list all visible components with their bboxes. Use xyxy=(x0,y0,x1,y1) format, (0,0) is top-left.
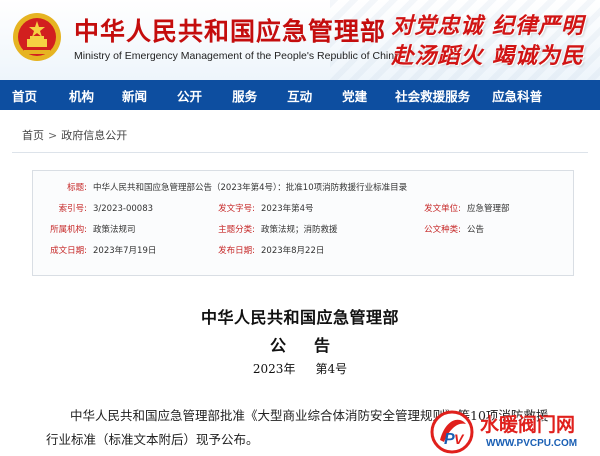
watermark-url: WWW.PVCPU.COM xyxy=(486,438,578,449)
info-row-unit: 发文单位: 应急管理部 xyxy=(407,202,510,216)
info-topic-label: 主题分类: xyxy=(218,225,255,235)
nav-item-news[interactable]: 新闻 xyxy=(122,86,147,105)
site-header: 中华人民共和国应急管理部 Ministry of Emergency Manag… xyxy=(0,0,600,80)
info-date-value: 2023年7月19日 xyxy=(93,246,157,256)
nav-item-organization[interactable]: 机构 xyxy=(69,86,94,105)
nav-item-science[interactable]: 应急科普 xyxy=(492,86,542,105)
breadcrumb-current[interactable]: 政府信息公开 xyxy=(61,129,127,142)
document-year: 2023年 xyxy=(252,362,296,376)
content-area: 首页 > 政府信息公开 标题: 中华人民共和国应急管理部公告（2023年第4号）：批准… xyxy=(0,110,600,456)
nav-item-public[interactable]: 公开 xyxy=(177,86,202,105)
info-row-docno: 发文字号: 2023年第4号 xyxy=(201,202,314,216)
national-emblem-icon[interactable] xyxy=(12,12,62,62)
document-heading: 中华人民共和国应急管理部 xyxy=(200,308,399,327)
nav-item-interaction[interactable]: 互动 xyxy=(287,86,312,105)
breadcrumb: 首页 > 政府信息公开 xyxy=(22,127,127,143)
info-row-publish: 发布日期: 2023年8月22日 xyxy=(201,244,324,258)
info-category-value: 政策法规司 xyxy=(93,225,136,235)
nav-item-party[interactable]: 党建 xyxy=(342,86,367,105)
info-docno-value: 2023年第4号 xyxy=(261,204,314,214)
info-index-label: 索引号: xyxy=(58,204,87,214)
slogan-line-2: 赴汤蹈火 竭诚为民 xyxy=(391,43,584,69)
breadcrumb-separator: > xyxy=(48,129,58,142)
info-title-label: 标题: xyxy=(67,183,87,193)
info-row-date: 成文日期: 2023年7月19日 xyxy=(33,244,156,258)
info-date-label: 成文日期: xyxy=(50,246,87,256)
info-title-value: 中华人民共和国应急管理部公告（2023年第4号）：批准10项消防救援行业标准目录 xyxy=(93,183,408,193)
info-row-title: 标题: 中华人民共和国应急管理部公告（2023年第4号）：批准10项消防救援行业标… xyxy=(33,181,407,195)
announcement-char-gao: 告 xyxy=(313,336,330,355)
info-index-value: 3/2023-00083 xyxy=(93,204,154,214)
info-row-type: 公文种类: 公告 xyxy=(407,223,484,237)
document-number: 2023年 第4号 xyxy=(0,360,600,377)
info-row-category: 所属机构: 政策法规司 xyxy=(33,223,136,237)
nav-item-rescue-service[interactable]: 社会救援服务 xyxy=(395,86,470,105)
document-issue-number: 第4号 xyxy=(315,362,348,376)
info-category-label: 所属机构: xyxy=(50,225,87,235)
info-type-value: 公告 xyxy=(467,225,485,235)
nav-item-service[interactable]: 服务 xyxy=(232,86,257,105)
info-publish-value: 2023年8月22日 xyxy=(261,246,325,256)
document-announcement-title: 公告 xyxy=(0,332,600,356)
info-type-label: 公文种类: xyxy=(424,225,461,235)
document-info-table: 标题: 中华人民共和国应急管理部公告（2023年第4号）：批准10项消防救援行业标… xyxy=(32,170,574,276)
pv-logo-icon: P V xyxy=(430,410,474,454)
info-row-index: 索引号: 3/2023-00083 xyxy=(33,202,153,216)
slogan-line-1: 对党忠诚 纪律严明 xyxy=(391,13,584,39)
info-publish-label: 发布日期: xyxy=(218,246,255,256)
info-docno-label: 发文字号: xyxy=(218,204,255,214)
info-row-topic: 主题分类: 政策法规；消防救援 xyxy=(201,223,338,237)
main-nav: 首页 机构 新闻 公开 服务 互动 党建 社会救援服务 应急科普 xyxy=(0,80,600,110)
breadcrumb-divider xyxy=(12,152,588,153)
site-subtitle: Ministry of Emergency Management of the … xyxy=(74,50,400,62)
nav-item-home[interactable]: 首页 xyxy=(12,86,37,105)
info-unit-label: 发文单位: xyxy=(424,204,461,214)
watermark-site-name: 水暖阀门网 xyxy=(480,414,576,436)
info-unit-value: 应急管理部 xyxy=(467,204,510,214)
breadcrumb-home[interactable]: 首页 xyxy=(22,129,44,142)
site-watermark: P V 水暖阀门网 WWW.PVCPU.COM xyxy=(424,406,600,456)
info-topic-value: 政策法规；消防救援 xyxy=(261,225,338,235)
announcement-char-gong: 公 xyxy=(269,336,286,355)
site-title[interactable]: 中华人民共和国应急管理部 xyxy=(74,12,386,48)
